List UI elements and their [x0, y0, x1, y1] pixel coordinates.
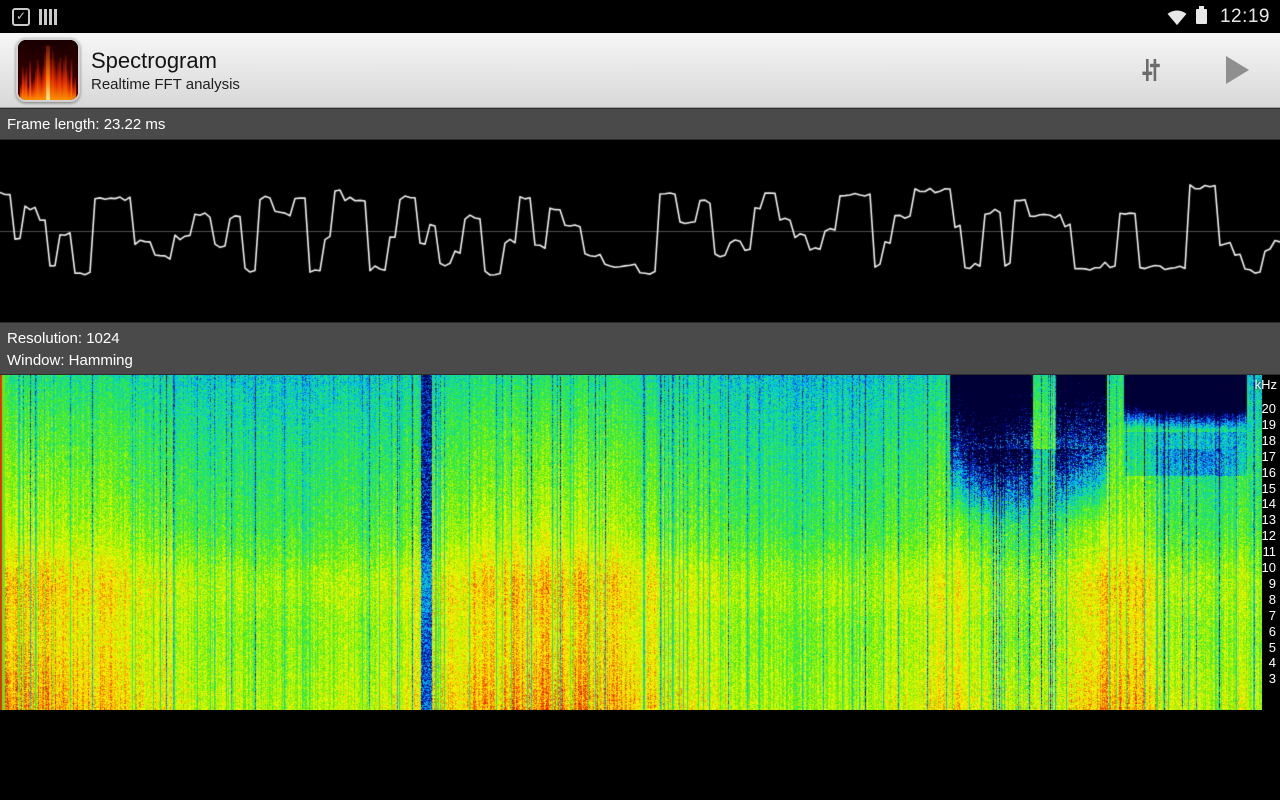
tune-settings-button[interactable]: [1130, 47, 1172, 93]
battery-icon: [1196, 9, 1207, 24]
app-header: Spectrogram Realtime FFT analysis: [0, 33, 1280, 108]
screen: ✓ 12:19 Spectrogram Realtime FFT analysi…: [0, 0, 1280, 800]
freq-unit-label: kHz: [1255, 377, 1277, 392]
usage-bars-icon: [39, 9, 57, 25]
waveform-plot: [0, 140, 1280, 322]
freq-tick-label: 7: [1269, 608, 1276, 623]
spectrogram-plot: [0, 375, 1262, 710]
freq-tick-label: 10: [1262, 560, 1276, 575]
freq-tick-label: 14: [1262, 496, 1276, 511]
freq-tick-label: 18: [1262, 433, 1276, 448]
wifi-icon: [1166, 8, 1188, 26]
resolution-label: Resolution: 1024: [7, 328, 1280, 350]
waveform-panel: [0, 140, 1280, 322]
freq-tick-label: 17: [1262, 449, 1276, 464]
frame-length-label: Frame length: 23.22 ms: [7, 116, 165, 133]
freq-tick-label: 8: [1269, 592, 1276, 607]
app-icon: [16, 38, 80, 102]
freq-tick-label: 3: [1269, 671, 1276, 686]
freq-tick-label: 6: [1269, 624, 1276, 639]
freq-tick-label: 20: [1262, 401, 1276, 416]
status-time: 12:19: [1220, 6, 1270, 28]
app-subtitle: Realtime FFT analysis: [91, 75, 240, 94]
tune-icon: [1138, 57, 1164, 83]
check-notification-icon: ✓: [12, 8, 30, 26]
freq-tick-label: 12: [1262, 528, 1276, 543]
freq-tick-label: 11: [1263, 544, 1277, 559]
frequency-scale: kHz 20191817161514131211109876543: [1254, 375, 1280, 710]
bottom-panel: [0, 710, 1280, 800]
frame-length-bar: Frame length: 23.22 ms: [0, 108, 1280, 140]
play-icon: [1226, 56, 1249, 84]
freq-tick-label: 13: [1262, 512, 1276, 527]
spectrogram-panel: kHz 20191817161514131211109876543: [0, 375, 1280, 710]
app-icon-art: [18, 40, 78, 100]
status-notification-icons: ✓: [12, 8, 57, 26]
status-system-icons: 12:19: [1166, 6, 1270, 28]
freq-tick-label: 19: [1262, 417, 1276, 432]
analysis-settings-bar: Resolution: 1024 Window: Hamming: [0, 322, 1280, 375]
freq-tick-label: 16: [1262, 465, 1276, 480]
freq-tick-label: 4: [1269, 655, 1276, 670]
freq-tick-label: 15: [1262, 481, 1276, 496]
status-bar: ✓ 12:19: [0, 0, 1280, 33]
check-glyph: ✓: [16, 9, 26, 23]
play-button[interactable]: [1216, 47, 1258, 93]
window-label: Window: Hamming: [7, 350, 1280, 372]
freq-tick-label: 5: [1269, 640, 1276, 655]
freq-tick-label: 9: [1269, 576, 1276, 591]
app-titles: Spectrogram Realtime FFT analysis: [91, 47, 240, 94]
app-title: Spectrogram: [91, 47, 240, 75]
